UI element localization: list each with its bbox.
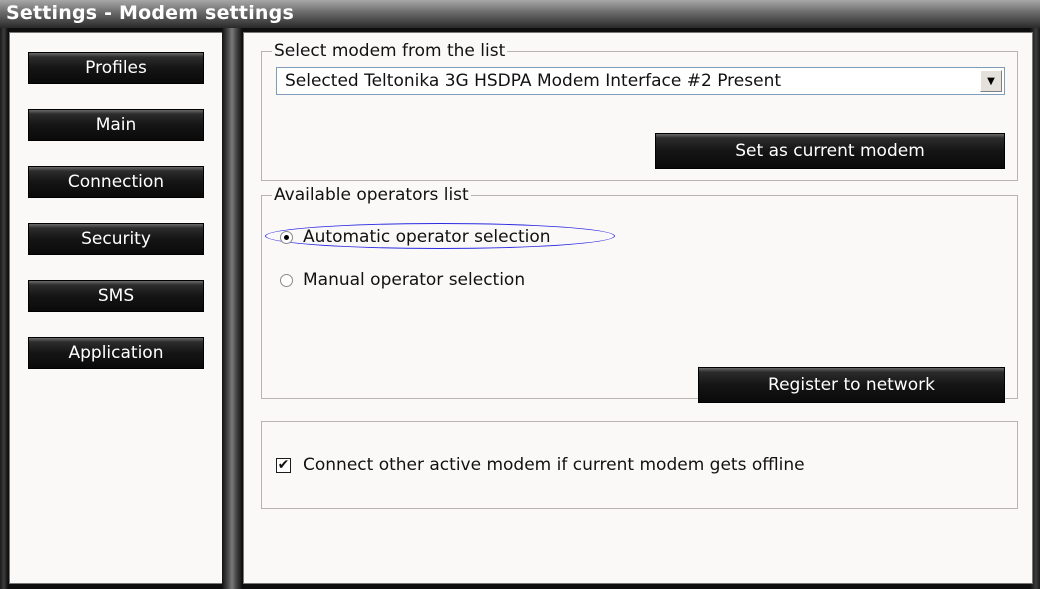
register-to-network-button[interactable]: Register to network <box>698 367 1005 403</box>
sidebar-item-profiles[interactable]: Profiles <box>28 52 204 84</box>
chevron-down-icon[interactable]: ▼ <box>980 70 1002 92</box>
sidebar-item-application[interactable]: Application <box>28 337 204 369</box>
manual-operator-label: Manual operator selection <box>303 270 526 290</box>
modem-select-group: Select modem from the list Selected Telt… <box>261 41 1018 181</box>
panel-divider[interactable] <box>222 28 242 589</box>
checkbox-checked-icon[interactable]: ✔ <box>276 457 291 473</box>
sidebar-item-main[interactable]: Main <box>28 109 204 141</box>
sidebar-item-sms[interactable]: SMS <box>28 280 204 312</box>
sidebar: Profiles Main Connection Security SMS Ap… <box>9 32 223 584</box>
automatic-operator-label: Automatic operator selection <box>303 227 551 247</box>
sidebar-item-connection[interactable]: Connection <box>28 166 204 198</box>
window-title: Settings - Modem settings <box>6 2 294 24</box>
operators-legend: Available operators list <box>274 185 469 205</box>
operators-group: Available operators list Automatic opera… <box>261 185 1018 403</box>
modem-select-legend: Select modem from the list <box>274 41 506 61</box>
modem-options-group: ✔ Connect other active modem if current … <box>261 421 1018 509</box>
connect-other-modem-option[interactable]: ✔ Connect other active modem if current … <box>276 455 805 475</box>
main-panel: Select modem from the list Selected Telt… <box>243 32 1033 584</box>
modem-dropdown-value: Selected Teltonika 3G HSDPA Modem Interf… <box>285 71 782 91</box>
modem-dropdown[interactable]: Selected Teltonika 3G HSDPA Modem Interf… <box>276 67 1005 95</box>
radio-selected-icon[interactable] <box>280 230 293 244</box>
connect-other-modem-label: Connect other active modem if current mo… <box>303 455 805 475</box>
automatic-operator-option[interactable]: Automatic operator selection <box>280 227 551 247</box>
set-current-modem-button[interactable]: Set as current modem <box>655 133 1005 169</box>
radio-unselected-icon[interactable] <box>280 273 293 287</box>
sidebar-item-security[interactable]: Security <box>28 223 204 255</box>
manual-operator-option[interactable]: Manual operator selection <box>280 270 525 290</box>
title-bar: Settings - Modem settings <box>0 0 1040 28</box>
